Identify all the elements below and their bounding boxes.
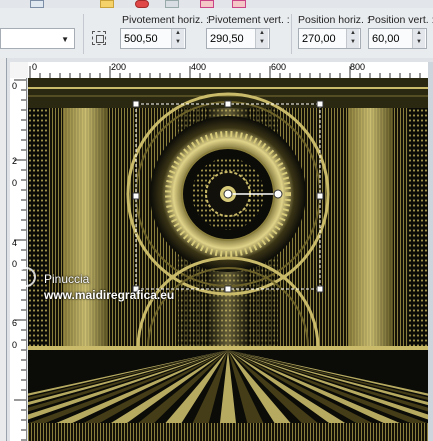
- pivot-horiz-value: 500,50: [124, 33, 158, 45]
- resize-handle[interactable]: [316, 285, 324, 293]
- toolbar-separator: [83, 14, 84, 54]
- resize-handle[interactable]: [224, 100, 232, 108]
- ruler-label: 600: [271, 62, 287, 72]
- position-horiz-value: 270,00: [302, 33, 336, 45]
- ruler-label: 0: [32, 62, 38, 72]
- pivot-vert-spinner[interactable]: 290,50 ▲ ▼: [206, 28, 270, 49]
- pivot-horiz-label: Pivotement horiz. :: [122, 14, 209, 26]
- position-vert-label: Position vert. :: [368, 14, 433, 26]
- toolbar-icon-strip: [0, 0, 433, 8]
- chevron-down-icon: ▼: [61, 35, 69, 44]
- pivot-horiz-spinner[interactable]: 500,50 ▲ ▼: [120, 28, 186, 49]
- ruler-label: 2: [12, 156, 18, 166]
- ruler-label: 4: [12, 238, 18, 248]
- resize-handle[interactable]: [132, 100, 140, 108]
- tool-button-icon[interactable]: [165, 0, 179, 8]
- ruler-label: 0: [12, 340, 18, 350]
- ruler-ticks: [29, 66, 421, 78]
- ruler-corner: [10, 62, 28, 78]
- position-horiz-spinner[interactable]: 270,00 ▲ ▼: [298, 28, 361, 49]
- position-vert-spinner[interactable]: 60,00 ▲ ▼: [368, 28, 427, 49]
- position-vert-value: 60,00: [372, 33, 400, 45]
- property-toolbar: ▼ Pivotement horiz. : 500,50 ▲ ▼ Pivoteme…: [0, 0, 433, 59]
- tool-button-icon[interactable]: [232, 0, 246, 8]
- pivot-point-icon[interactable]: [92, 31, 106, 45]
- ruler-label: 400: [191, 62, 207, 72]
- watermark-logo-icon: [16, 267, 36, 287]
- spinner-arrows-icon[interactable]: ▲ ▼: [171, 29, 184, 48]
- resize-handle[interactable]: [316, 100, 324, 108]
- spinner-arrows-icon[interactable]: ▲ ▼: [255, 29, 268, 48]
- resize-handle[interactable]: [316, 192, 324, 200]
- pivot-vert-value: 290,50: [210, 33, 244, 45]
- horizontal-ruler[interactable]: 0 200 400 600 800: [28, 62, 428, 79]
- ruler-label: 0: [12, 178, 18, 188]
- watermark-url: www.maidiregrafica.eu: [44, 288, 175, 302]
- ruler-label: 800: [350, 62, 366, 72]
- toolbar-separator: [291, 14, 292, 54]
- ruler-label: 0: [12, 81, 18, 91]
- tool-button-icon[interactable]: [30, 0, 44, 8]
- pivot-point-handle[interactable]: [223, 189, 233, 199]
- pivot-vert-label: Pivotement vert. :: [208, 14, 290, 26]
- position-horiz-label: Position horiz. :: [298, 14, 370, 26]
- spinner-arrows-icon[interactable]: ▲ ▼: [412, 29, 425, 48]
- watermark: Pinuccia www.maidiregrafica.eu: [16, 253, 250, 313]
- tool-button-icon[interactable]: [100, 0, 114, 8]
- rotation-handle[interactable]: [273, 189, 283, 199]
- tool-button-icon[interactable]: [200, 0, 214, 8]
- spinner-arrows-icon[interactable]: ▲ ▼: [346, 29, 359, 48]
- mode-dropdown[interactable]: ▼: [0, 28, 75, 49]
- left-panel-edge: [0, 58, 7, 441]
- ruler-label: 6: [12, 318, 18, 328]
- tool-button-icon[interactable]: [135, 0, 149, 8]
- ruler-label: 200: [111, 62, 127, 72]
- resize-handle[interactable]: [132, 192, 140, 200]
- right-scroll-edge[interactable]: [428, 62, 433, 441]
- watermark-author: Pinuccia: [44, 272, 90, 286]
